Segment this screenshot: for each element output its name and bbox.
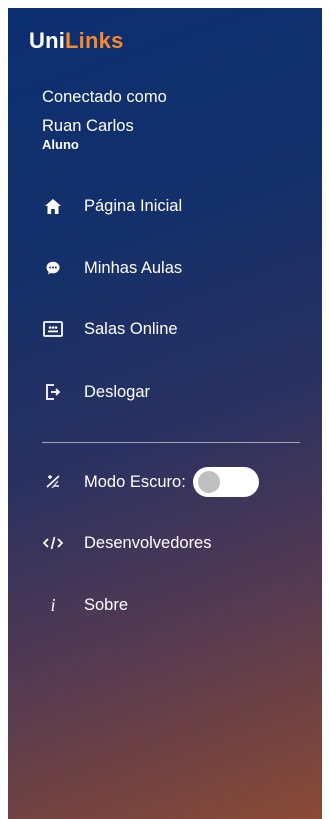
dark-mode-row: Modo Escuro: bbox=[38, 467, 308, 497]
toggle-knob bbox=[197, 471, 220, 493]
connection-status: Conectado como bbox=[42, 88, 167, 106]
classroom-board-icon bbox=[38, 314, 68, 344]
code-icon bbox=[38, 528, 68, 558]
nav-item-logout[interactable]: Deslogar bbox=[38, 377, 308, 407]
nav-item-label: Minhas Aulas bbox=[84, 258, 183, 277]
nav-item-about[interactable]: i Sobre bbox=[38, 590, 308, 620]
contrast-icon bbox=[38, 467, 68, 497]
info-icon: i bbox=[50, 594, 56, 615]
user-role: Aluno bbox=[42, 137, 79, 152]
chat-bubble-icon bbox=[38, 253, 68, 283]
dark-mode-toggle[interactable] bbox=[192, 467, 259, 497]
nav-item-label: Salas Online bbox=[84, 319, 178, 338]
brand-part-links: Links bbox=[65, 28, 124, 53]
user-info: Conectado como Ruan Carlos Aluno bbox=[42, 87, 167, 152]
nav-item-online-rooms[interactable]: Salas Online bbox=[38, 314, 308, 344]
logout-icon bbox=[38, 377, 68, 407]
nav-item-label: Sobre bbox=[84, 595, 129, 614]
dark-mode-label: Modo Escuro: bbox=[84, 472, 186, 491]
nav-item-home[interactable]: Página Inicial bbox=[38, 191, 308, 221]
user-name: Ruan Carlos bbox=[42, 117, 134, 135]
sidebar: UniLinks Conectado como Ruan Carlos Alun… bbox=[8, 8, 322, 819]
brand-part-uni: Uni bbox=[29, 28, 66, 53]
nav-item-my-classes[interactable]: Minhas Aulas bbox=[38, 253, 308, 283]
nav-item-developers[interactable]: Desenvolvedores bbox=[38, 528, 308, 558]
nav-item-label: Página Inicial bbox=[84, 196, 183, 215]
home-icon bbox=[38, 191, 68, 221]
brand-logo[interactable]: UniLinks bbox=[29, 28, 124, 54]
nav-item-label: Desenvolvedores bbox=[84, 533, 212, 552]
nav-item-label: Deslogar bbox=[84, 382, 151, 401]
divider bbox=[42, 442, 300, 443]
